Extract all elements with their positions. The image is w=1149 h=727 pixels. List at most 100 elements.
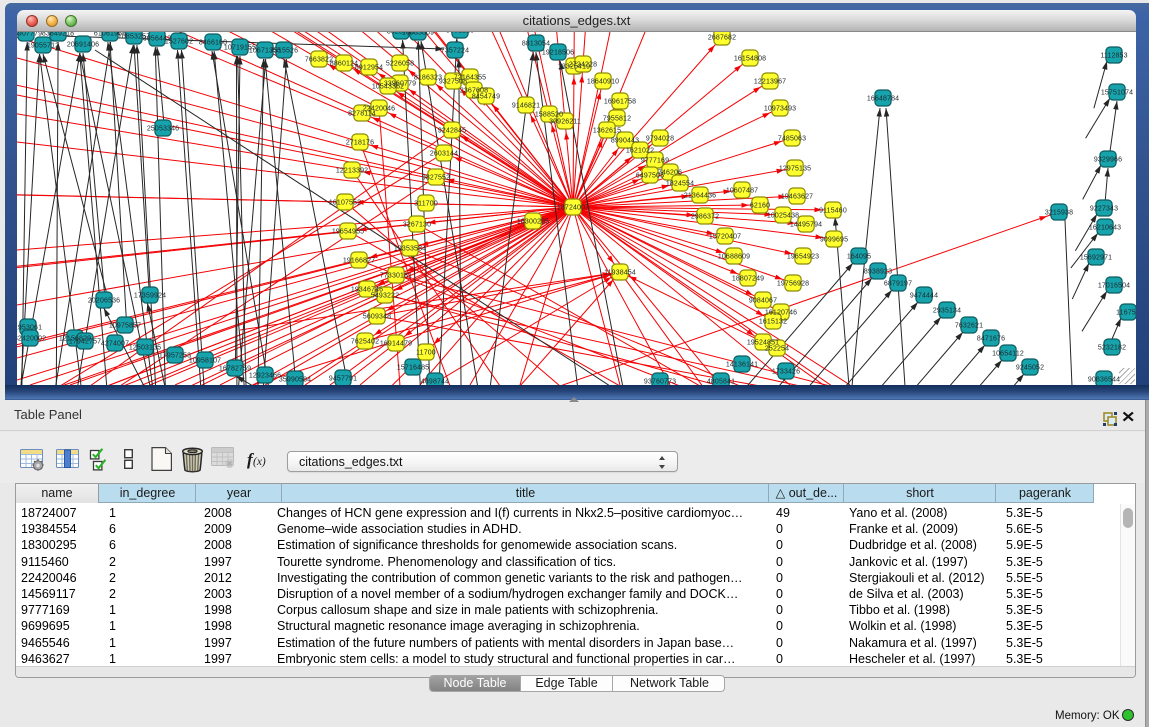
svg-text:4274007: 4274007 — [101, 341, 129, 348]
svg-text:9457791: 9457791 — [329, 376, 357, 383]
svg-text:1362615: 1362615 — [593, 128, 621, 135]
svg-text:18300295: 18300295 — [517, 219, 549, 226]
svg-text:8912954: 8912954 — [355, 65, 383, 72]
svg-text:12213967: 12213967 — [754, 79, 786, 86]
svg-text:7625402: 7625402 — [351, 339, 379, 346]
svg-text:7357224: 7357224 — [441, 48, 469, 55]
svg-text:10688609: 10688609 — [718, 254, 750, 261]
svg-text:9474444: 9474444 — [910, 293, 938, 300]
svg-text:32420002: 32420002 — [17, 336, 46, 343]
svg-text:2935134: 2935134 — [933, 308, 961, 315]
svg-text:1527602: 1527602 — [165, 39, 193, 46]
svg-text:12503135: 12503135 — [129, 345, 161, 352]
svg-text:10958107: 10958107 — [189, 358, 221, 365]
svg-text:16107552: 16107552 — [329, 200, 361, 207]
svg-text:12975135: 12975135 — [779, 166, 811, 173]
svg-text:16210643: 16210643 — [1089, 225, 1121, 232]
svg-text:2687682: 2687682 — [708, 35, 736, 42]
svg-text:8454749: 8454749 — [472, 94, 500, 101]
svg-text:83849218: 83849218 — [42, 32, 74, 38]
svg-text:20691406: 20691406 — [67, 42, 99, 49]
svg-text:2718176: 2718176 — [346, 140, 374, 147]
svg-text:16648784: 16648784 — [867, 96, 899, 103]
svg-text:252254: 252254 — [765, 346, 789, 353]
svg-text:9245052: 9245052 — [1016, 365, 1044, 372]
svg-text:5609348: 5609348 — [363, 314, 391, 321]
svg-text:6879197: 6879197 — [884, 281, 912, 288]
svg-text:18724007: 18724007 — [557, 205, 589, 212]
svg-text:5232182: 5232182 — [1098, 345, 1126, 352]
svg-text:16961758: 16961758 — [604, 99, 636, 106]
svg-text:77330181: 77330181 — [380, 273, 412, 280]
svg-text:10543362: 10543362 — [372, 84, 404, 91]
svg-text:7485063: 7485063 — [778, 136, 806, 143]
svg-text:8938923: 8938923 — [864, 269, 892, 276]
svg-text:19654923: 19654923 — [787, 254, 819, 261]
svg-text:7632621: 7632621 — [955, 323, 983, 330]
svg-text:19055712: 19055712 — [27, 43, 59, 50]
svg-text:1112853: 1112853 — [1100, 53, 1127, 60]
svg-text:7955812: 7955812 — [603, 116, 631, 123]
svg-text:116753: 116753 — [1116, 310, 1136, 317]
svg-text:2986372: 2986372 — [691, 214, 719, 221]
svg-text:10654112: 10654112 — [992, 351, 1024, 358]
svg-text:311700: 311700 — [414, 201, 438, 208]
svg-text:19756928: 19756928 — [777, 281, 809, 288]
svg-text:9146821: 9146821 — [512, 103, 540, 110]
svg-text:746206: 746206 — [658, 170, 682, 177]
svg-text:9227343: 9227343 — [1090, 206, 1118, 213]
svg-text:2603144: 2603144 — [430, 151, 458, 158]
svg-text:9099695: 9099695 — [820, 237, 848, 244]
svg-text:72164355: 72164355 — [454, 75, 486, 82]
svg-text:19218506: 19218506 — [542, 50, 574, 57]
svg-text:10975857: 10975857 — [109, 323, 141, 330]
svg-text:90836544: 90836544 — [1088, 377, 1120, 384]
svg-text:19353584: 19353584 — [394, 246, 426, 253]
svg-text:9115460: 9115460 — [819, 208, 847, 215]
svg-text:12213392: 12213392 — [336, 168, 368, 175]
svg-text:30926211: 30926211 — [549, 119, 581, 126]
svg-text:19654955: 19654955 — [332, 229, 364, 236]
svg-text:2724228: 2724228 — [569, 62, 597, 69]
svg-text:18807249: 18807249 — [732, 276, 764, 283]
svg-text:10973493: 10973493 — [764, 106, 796, 113]
svg-text:8661210: 8661210 — [446, 32, 474, 35]
svg-text:15692971: 15692971 — [1080, 255, 1112, 262]
svg-text:9777169: 9777169 — [641, 158, 669, 165]
svg-text:9794028: 9794028 — [646, 136, 674, 143]
svg-text:11938454: 11938454 — [604, 270, 636, 277]
svg-text:3215938: 3215938 — [1045, 210, 1073, 217]
svg-text:8813054: 8813054 — [522, 41, 550, 48]
svg-text:20206536: 20206536 — [88, 298, 120, 305]
svg-text:62160: 62160 — [750, 203, 770, 210]
svg-text:63907779: 63907779 — [17, 32, 42, 38]
svg-text:10607487: 10607487 — [726, 188, 758, 195]
svg-text:18640910: 18640910 — [587, 79, 619, 86]
svg-text:15720407: 15720407 — [709, 234, 741, 241]
svg-text:1615132: 1615132 — [759, 319, 787, 326]
svg-text:17359924: 17359924 — [134, 293, 166, 300]
svg-text:8471676: 8471676 — [977, 336, 1005, 343]
svg-text:11700: 11700 — [416, 350, 436, 357]
svg-text:16782759: 16782759 — [219, 366, 251, 373]
svg-text:5226058: 5226058 — [386, 61, 414, 68]
svg-text:25053346: 25053346 — [147, 126, 179, 133]
svg-text:9329966: 9329966 — [1094, 157, 1122, 164]
svg-text:1824554: 1824554 — [666, 181, 694, 188]
svg-text:16120746: 16120746 — [765, 310, 797, 317]
svg-text:1733426: 1733426 — [772, 369, 800, 376]
svg-text:17957253: 17957253 — [159, 353, 191, 360]
svg-text:7515526: 7515526 — [270, 48, 298, 55]
svg-text:9242845: 9242845 — [438, 128, 466, 135]
svg-text:3267130: 3267130 — [403, 222, 431, 229]
svg-text:(x): (x) — [253, 456, 266, 468]
svg-text:8990443: 8990443 — [611, 138, 639, 145]
svg-text:15751074: 15751074 — [1101, 90, 1133, 97]
svg-text:1953061: 1953061 — [17, 325, 42, 332]
svg-text:14495794: 14495794 — [790, 222, 822, 229]
svg-text:1588520: 1588520 — [535, 112, 563, 119]
svg-text:19166827: 19166827 — [343, 258, 375, 265]
svg-text:22420046: 22420046 — [363, 106, 395, 113]
svg-text:21364436: 21364436 — [684, 193, 716, 200]
svg-text:1621022: 1621022 — [626, 148, 654, 155]
